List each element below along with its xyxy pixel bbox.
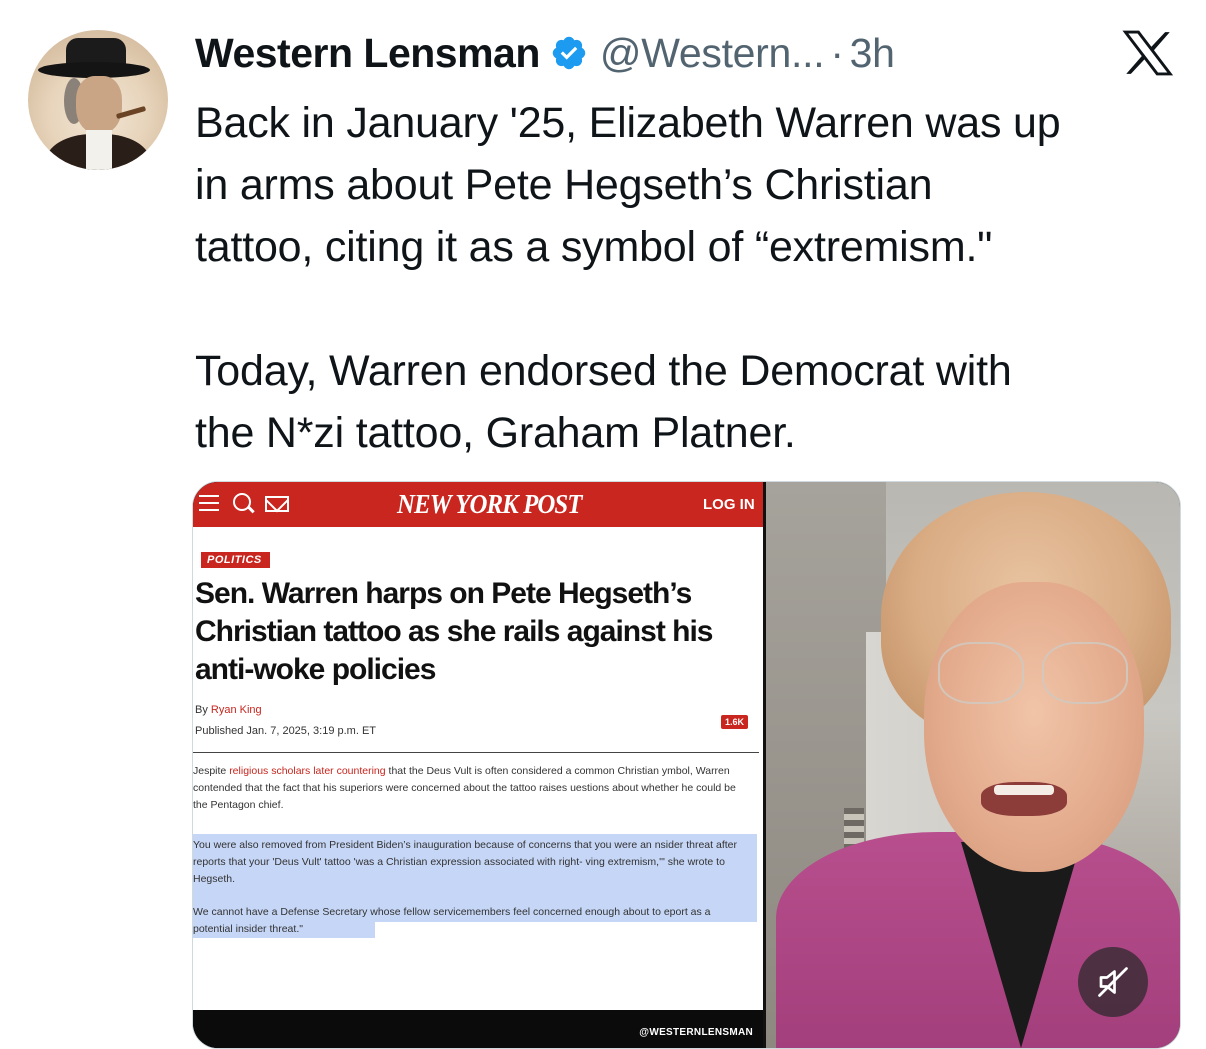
x-logo-icon — [1122, 30, 1174, 76]
byline-author: Ryan King — [210, 704, 262, 716]
article-byline: By Ryan King — [195, 704, 262, 716]
article-published: Published Jan. 7, 2025, 3:19 p.m. ET — [195, 725, 377, 737]
tweet-time[interactable]: 3h — [850, 30, 895, 77]
article-quote: We cannot have a Defense Secretary whose… — [193, 906, 711, 935]
author-handle[interactable]: @Western... — [600, 30, 825, 77]
author-avatar[interactable] — [28, 30, 168, 170]
paragraph-text: Jespite — [193, 765, 230, 777]
article-headline: Sen. Warren harps on Pete Hegseth’s Chri… — [195, 577, 714, 686]
author-name[interactable]: Western Lensman — [195, 30, 540, 77]
mail-icon — [265, 496, 289, 512]
tweet-header: Western Lensman @Western... · 3h — [195, 26, 895, 80]
muted-speaker-icon — [1098, 967, 1128, 997]
divider — [193, 752, 759, 753]
meta-separator: · — [830, 29, 844, 76]
comment-count-badge: 1.6K — [721, 715, 749, 729]
nyp-login: LOG IN — [703, 496, 755, 513]
tweet-media[interactable]: NEW YORK POST LOG IN POLITICS Sen. Warre… — [192, 481, 1181, 1049]
nyp-screenshot: NEW YORK POST LOG IN POLITICS Sen. Warre… — [193, 482, 763, 1048]
nyp-article: POLITICS Sen. Warren harps on Pete Hegse… — [193, 527, 763, 1010]
avatar-shirt — [86, 130, 112, 170]
glasses-icon — [1042, 642, 1128, 704]
article-quote: You were also removed from President Bid… — [193, 839, 737, 885]
verified-badge-icon — [552, 36, 586, 70]
watermark: @WESTERNLENSMAN — [639, 1027, 753, 1038]
glasses-icon — [938, 642, 1024, 704]
avatar-face — [76, 76, 122, 134]
paragraph-link: religious scholars later countering — [229, 765, 386, 777]
nyp-logo: NEW YORK POST — [397, 489, 582, 519]
section-tag: POLITICS — [201, 552, 270, 568]
speaker-teeth — [994, 785, 1054, 795]
speaker-face — [924, 582, 1144, 872]
nyp-header-bar: NEW YORK POST LOG IN — [193, 482, 763, 527]
byline-prefix: By — [195, 704, 211, 716]
article-paragraph: Jespite religious scholars later counter… — [193, 763, 743, 814]
search-icon — [233, 493, 251, 511]
screenshot-footer: @WESTERNLENSMAN — [193, 1010, 763, 1048]
tweet-text: Back in January '25, Elizabeth Warren wa… — [195, 99, 1061, 457]
menu-icon — [199, 495, 219, 513]
mute-button[interactable] — [1078, 947, 1148, 1017]
